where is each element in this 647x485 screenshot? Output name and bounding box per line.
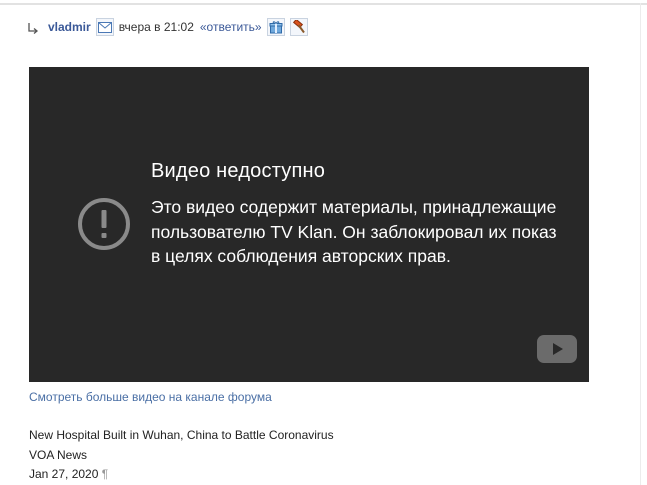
author-link[interactable]: vladmir — [48, 20, 91, 34]
video-info-date: Jan 27, 2020 — [29, 467, 99, 481]
right-divider — [640, 3, 641, 485]
gift-icon[interactable] — [266, 18, 285, 36]
video-unavailable-title: Видео недоступно — [151, 160, 326, 182]
alert-icon — [76, 196, 132, 252]
post-date: вчера в 21:02 — [118, 20, 194, 34]
reply-link[interactable]: «ответить» — [200, 20, 262, 34]
more-videos-link[interactable]: Смотреть больше видео на канале форума — [29, 390, 272, 404]
post-header: vladmir вчера в 21:02 «ответить» — [26, 16, 313, 38]
video-player[interactable]: Видео недоступно Это видео содержит мате… — [29, 67, 589, 382]
video-info: New Hospital Built in Wuhan, China to Ba… — [29, 426, 334, 485]
mail-icon[interactable] — [95, 18, 114, 36]
youtube-logo-icon[interactable] — [537, 335, 577, 363]
reply-arrow-icon[interactable] — [26, 20, 40, 34]
video-unavailable-message: Это видео содержит материалы, принадлежа… — [151, 197, 557, 266]
hammer-icon[interactable] — [289, 18, 308, 36]
video-info-channel: VOA News — [29, 447, 88, 462]
video-info-date-line: Jan 27, 2020 ¶ — [29, 465, 334, 485]
top-divider — [0, 3, 647, 5]
pilcrow-icon[interactable]: ¶ — [102, 467, 108, 481]
video-info-title: New Hospital Built in Wuhan, China to Ba… — [29, 428, 334, 442]
